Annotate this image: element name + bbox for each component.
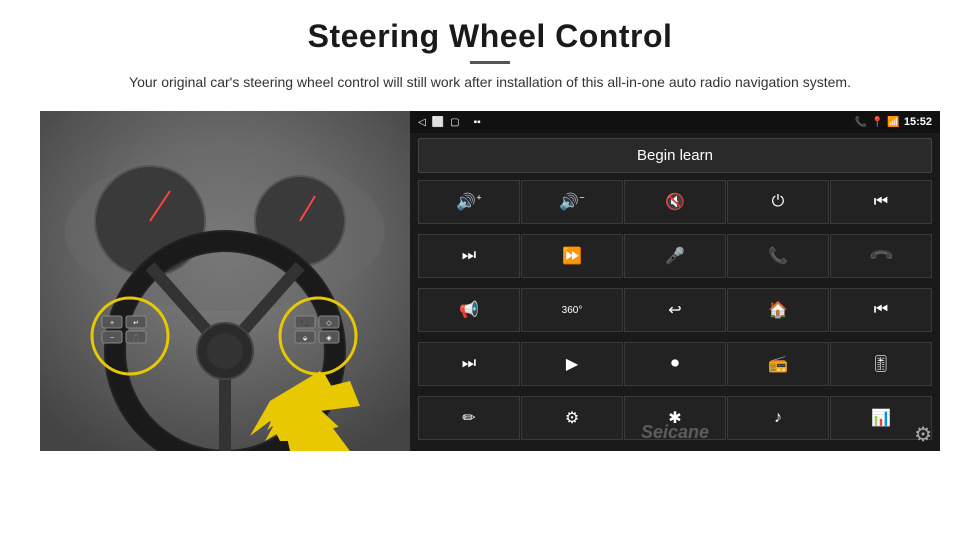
status-bar-left: ◁ ⬜ ▢ ▪▪ [418, 117, 481, 128]
eq-icon: 🎚 [871, 354, 891, 374]
call-button[interactable]: 📞 [727, 234, 829, 278]
svg-text:🎵: 🎵 [132, 333, 141, 342]
announce-button[interactable]: 📢 [418, 288, 520, 332]
location-icon: 📍 [871, 117, 883, 128]
source-button[interactable]: ⏺ [624, 342, 726, 386]
camera-360-icon: 360° [562, 305, 583, 316]
prev-track-button[interactable]: ⏮ [830, 180, 932, 224]
vol-up-icon: 🔊+ [456, 192, 481, 212]
title-divider [470, 61, 510, 64]
eq-button[interactable]: 🎚 [830, 342, 932, 386]
hang-up-button[interactable]: 📞 [830, 234, 932, 278]
prev-track-icon: ⏮ [874, 193, 888, 211]
skip-next-icon: ⏭ [462, 355, 476, 373]
content-row: + − ↵ 🎵 📞 ⬙ ◇ ◈ [40, 111, 940, 451]
vol-up-button[interactable]: 🔊+ [418, 180, 520, 224]
svg-text:⬙: ⬙ [303, 336, 308, 342]
hang-up-icon: 📞 [867, 242, 895, 270]
signal-icon: ▪▪ [474, 117, 481, 128]
android-ui-panel: ◁ ⬜ ▢ ▪▪ 📞 📍 📶 15:52 Begin learn [410, 111, 940, 451]
svg-text:−: − [110, 335, 114, 342]
svg-text:📞: 📞 [301, 318, 310, 327]
back-button[interactable]: ↩ [624, 288, 726, 332]
phone-icon: 📞 [855, 117, 867, 128]
home-button[interactable]: 🏠 [727, 288, 829, 332]
home-icon: 🏠 [768, 300, 788, 320]
mute-button[interactable]: 🔇 [624, 180, 726, 224]
power-button[interactable]: ⏻ [727, 180, 829, 224]
power-icon: ⏻ [772, 193, 785, 211]
equalizer-icon: 📊 [871, 408, 891, 428]
back-nav-icon[interactable]: ◁ [418, 117, 426, 128]
skip-next-button[interactable]: ⏭ [418, 342, 520, 386]
control-grid: 🔊+ 🔊− 🔇 ⏻ ⏮ ⏭ ⏩ 🎤 📞 📞 📢 360° ↩ 🏠 ⏮ ⏭ [410, 178, 940, 451]
prev-icon: ⏮ [874, 301, 888, 319]
svg-text:+: + [110, 320, 114, 327]
title-section: Steering Wheel Control Your original car… [129, 18, 851, 105]
music-icon: ♪ [774, 409, 782, 427]
mic-button[interactable]: 🎤 [624, 234, 726, 278]
svg-text:◈: ◈ [326, 335, 332, 342]
call-icon: 📞 [768, 246, 788, 266]
next-track-button[interactable]: ⏭ [418, 234, 520, 278]
settings-dot-button[interactable]: ⚙ [521, 396, 623, 440]
announce-icon: 📢 [459, 300, 479, 320]
radio-button[interactable]: 📻 [727, 342, 829, 386]
back-icon: ↩ [668, 300, 681, 320]
fast-fwd-button[interactable]: ⏩ [521, 234, 623, 278]
recents-nav-icon[interactable]: ▢ [450, 117, 459, 128]
edit-icon: ✏ [462, 408, 475, 428]
page-subtitle: Your original car's steering wheel contr… [129, 72, 851, 93]
camera-360-button[interactable]: 360° [521, 288, 623, 332]
navigate-icon: ▶ [566, 354, 578, 374]
settings-dot-icon: ⚙ [565, 408, 579, 428]
source-icon: ⏺ [671, 355, 679, 373]
svg-text:◇: ◇ [326, 320, 332, 327]
page-container: Steering Wheel Control Your original car… [0, 0, 980, 548]
settings-gear-button[interactable]: ⚙ [914, 422, 932, 447]
bluetooth-button[interactable]: ✱ [624, 396, 726, 440]
steering-wheel-image: + − ↵ 🎵 📞 ⬙ ◇ ◈ [40, 111, 410, 451]
clock: 15:52 [904, 116, 932, 128]
mic-icon: 🎤 [665, 246, 685, 266]
vol-down-button[interactable]: 🔊− [521, 180, 623, 224]
navigate-button[interactable]: ▶ [521, 342, 623, 386]
begin-learn-row: Begin learn [410, 133, 940, 178]
wifi-icon: 📶 [887, 117, 899, 128]
status-bar: ◁ ⬜ ▢ ▪▪ 📞 📍 📶 15:52 [410, 111, 940, 133]
begin-learn-button[interactable]: Begin learn [418, 138, 932, 173]
status-bar-right: 📞 📍 📶 15:52 [855, 116, 933, 128]
prev-button[interactable]: ⏮ [830, 288, 932, 332]
mute-icon: 🔇 [665, 192, 685, 212]
radio-icon: 📻 [768, 354, 788, 374]
svg-text:↵: ↵ [133, 320, 139, 327]
page-title: Steering Wheel Control [129, 18, 851, 55]
edit-button[interactable]: ✏ [418, 396, 520, 440]
vol-down-icon: 🔊− [559, 192, 584, 212]
next-track-icon: ⏭ [462, 247, 476, 265]
fast-fwd-icon: ⏩ [562, 246, 582, 266]
home-nav-icon[interactable]: ⬜ [432, 117, 444, 128]
bluetooth-icon: ✱ [668, 408, 681, 428]
music-button[interactable]: ♪ [727, 396, 829, 440]
